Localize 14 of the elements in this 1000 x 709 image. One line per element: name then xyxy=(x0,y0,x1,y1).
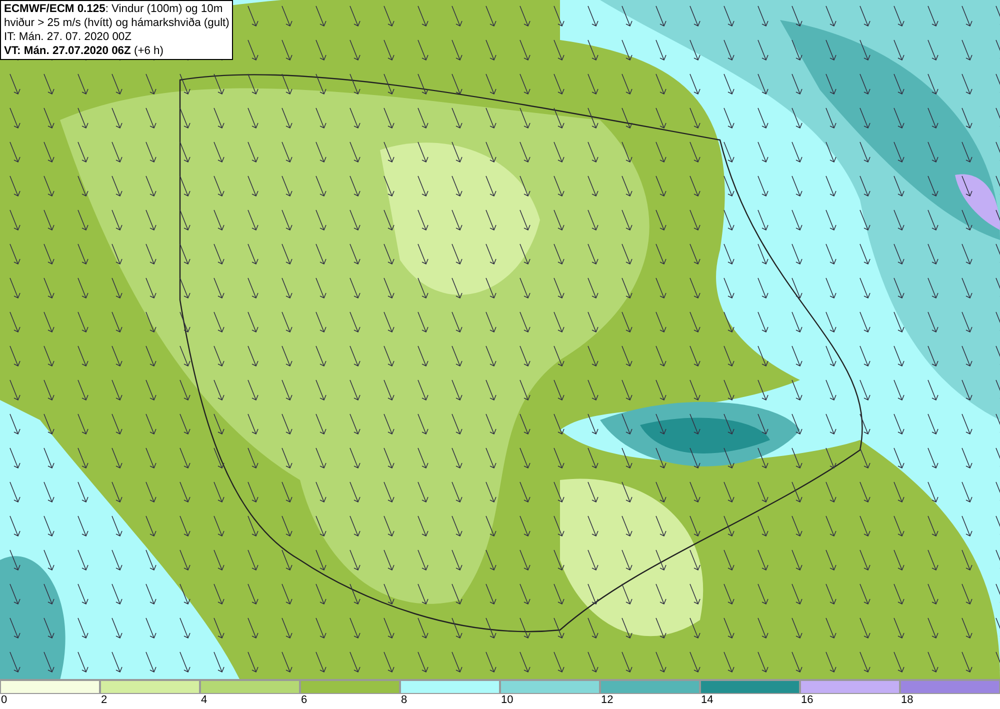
legend-label: 12 xyxy=(600,694,614,708)
map-info-text: ECMWF/ECM 0.125: Vindur (100m) og 10m xyxy=(4,2,224,16)
legend-label: 4 xyxy=(200,694,208,708)
legend-label: 2 xyxy=(100,694,108,708)
legend-label: 6 xyxy=(300,694,308,708)
map-info-text: hviður > 25 m/s (hvítt) og hámarkshviða (gult) xyxy=(4,16,230,30)
legend-label: 16 xyxy=(800,694,814,708)
map-info-text: VT: Mán. 27.07.2020 06Z (+6 h) xyxy=(4,44,165,58)
legend-label: 10 xyxy=(500,694,514,708)
legend-label: 0 xyxy=(0,694,8,708)
legend-label: 8 xyxy=(400,694,408,708)
legend-label: 18 xyxy=(900,694,914,708)
map-info-text: IT: Mán. 27. 07. 2020 00Z xyxy=(4,30,132,44)
legend-label: 14 xyxy=(700,694,714,708)
